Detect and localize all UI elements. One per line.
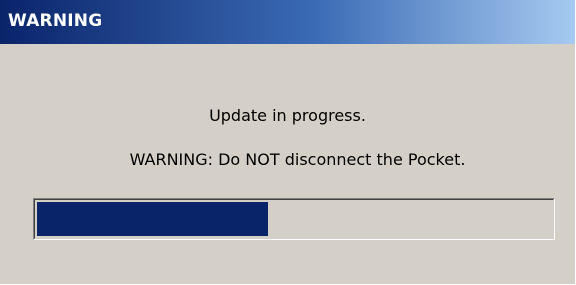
progress-bar-inset — [34, 199, 554, 239]
progress-bar-fill — [37, 202, 268, 236]
dialog-title: WARNING — [8, 11, 103, 31]
warning-dialog: WARNING Update in progress. WARNING: Do … — [0, 0, 575, 284]
status-message: Update in progress. — [209, 106, 366, 125]
warning-message: WARNING: Do NOT disconnect the Pocket. — [129, 150, 466, 169]
progress-bar — [33, 198, 555, 240]
dialog-body: Update in progress. WARNING: Do NOT disc… — [0, 44, 575, 284]
title-bar[interactable]: WARNING — [0, 0, 575, 44]
